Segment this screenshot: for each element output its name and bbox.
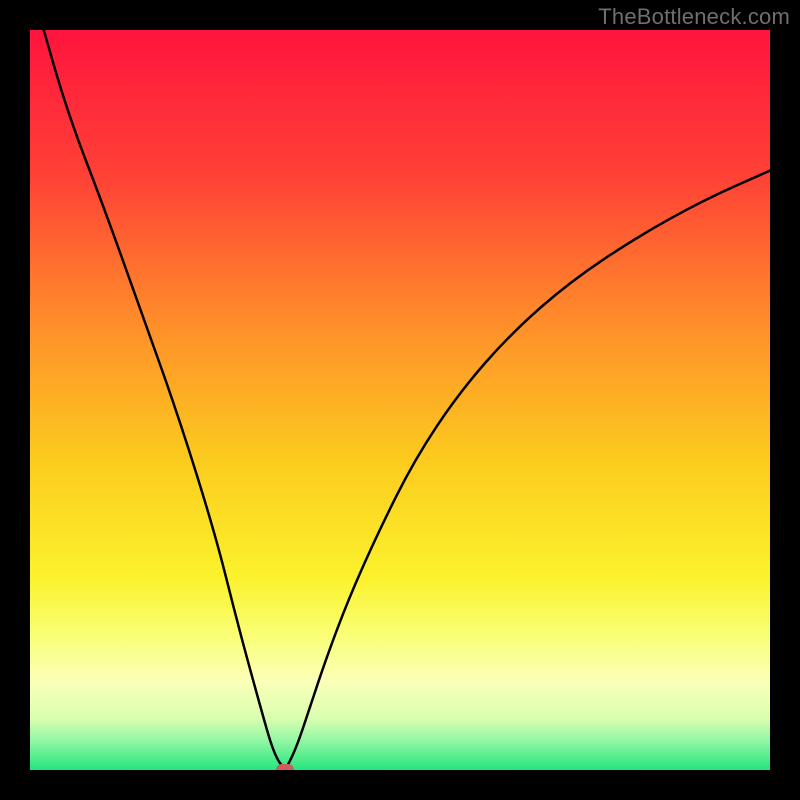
watermark-text: TheBottleneck.com [598, 4, 790, 30]
optimal-point-marker [276, 764, 294, 770]
background-gradient [30, 30, 770, 770]
plot-area [30, 30, 770, 770]
chart-frame: TheBottleneck.com [0, 0, 800, 800]
chart-svg [30, 30, 770, 770]
